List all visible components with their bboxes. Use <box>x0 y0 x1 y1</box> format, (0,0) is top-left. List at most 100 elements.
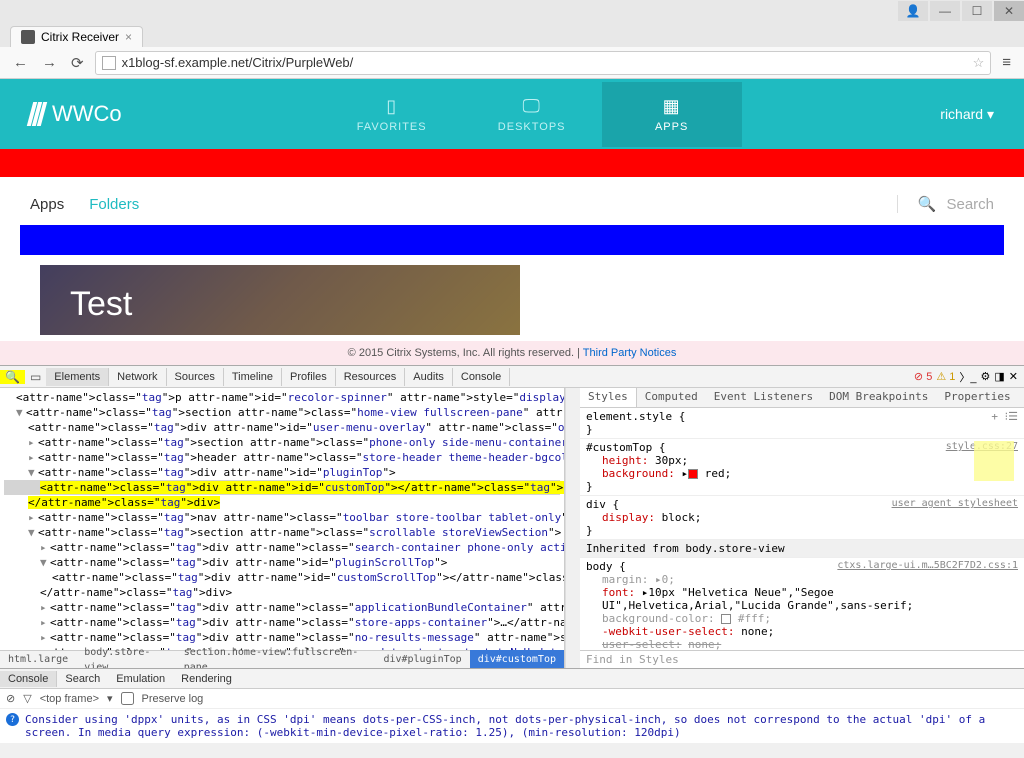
dom-node-selected[interactable]: <attr-name">class="tag">div attr-name">i… <box>4 480 560 495</box>
app-tile-test[interactable]: Test <box>40 265 520 335</box>
styles-tab-properties[interactable]: Properties <box>936 388 1018 407</box>
new-rule-icon[interactable]: + ⁝☰ <box>991 410 1018 423</box>
styles-tabs: Styles Computed Event Listeners DOM Brea… <box>580 388 1024 408</box>
dom-node[interactable]: ▸<attr-name">class="tag">section attr-na… <box>4 435 560 450</box>
crumb[interactable]: section.home-view.fullscreen-pane <box>176 643 376 669</box>
settings-gear-icon[interactable]: ⚙ <box>981 370 991 383</box>
user-menu[interactable]: richard ▾ <box>940 106 1024 123</box>
inspect-icon[interactable]: 🔍 <box>0 370 25 384</box>
filter-icon[interactable]: ▽ <box>23 692 31 705</box>
panel-console[interactable]: Console <box>453 368 510 386</box>
page-icon <box>102 56 116 70</box>
browser-tab[interactable]: Citrix Receiver × <box>10 26 143 47</box>
menu-icon[interactable]: ≡ <box>999 54 1014 71</box>
panel-sources[interactable]: Sources <box>167 368 224 386</box>
dom-node[interactable]: ▸<attr-name">class="tag">div attr-name">… <box>4 600 560 615</box>
forward-icon[interactable]: → <box>39 54 60 71</box>
nav-favorites[interactable]: ▯FAVORITES <box>322 82 462 147</box>
window-titlebar: 👤 — ☐ ✕ <box>0 0 1024 22</box>
maximize-button[interactable]: ☐ <box>962 1 992 21</box>
back-icon[interactable]: ← <box>10 54 31 71</box>
dom-node[interactable]: </attr-name">class="tag">div> <box>4 495 560 510</box>
dom-node[interactable]: <attr-name">class="tag">p attr-name">id=… <box>4 390 560 405</box>
panel-elements[interactable]: Elements <box>46 368 109 386</box>
user-icon[interactable]: 👤 <box>898 1 928 21</box>
drawer-tab-emulation[interactable]: Emulation <box>108 671 173 687</box>
color-swatch[interactable] <box>688 469 698 479</box>
panel-profiles[interactable]: Profiles <box>282 368 336 386</box>
search-placeholder: Search <box>946 196 994 213</box>
styles-tab-listeners[interactable]: Event Listeners <box>706 388 821 407</box>
dom-node[interactable]: ▸<attr-name">class="tag">div attr-name">… <box>4 540 560 555</box>
device-mode-icon[interactable]: ▭ <box>25 370 46 384</box>
monitor-icon: 🖵 <box>462 96 602 117</box>
clear-console-icon[interactable]: ⊘ <box>6 692 15 705</box>
crumb[interactable]: body.store-view <box>76 643 176 669</box>
styles-tab-computed[interactable]: Computed <box>637 388 706 407</box>
panel-resources[interactable]: Resources <box>336 368 406 386</box>
warning-count[interactable]: ⚠ 1 <box>936 370 955 383</box>
drawer-tab-search[interactable]: Search <box>57 671 108 687</box>
styles-tab-styles[interactable]: Styles <box>580 388 637 407</box>
crumb[interactable]: div#pluginTop <box>375 650 469 668</box>
color-swatch[interactable] <box>721 614 731 624</box>
style-rule-element[interactable]: + ⁝☰ element.style {} <box>580 408 1024 439</box>
logo-icon <box>30 102 44 126</box>
style-rule-customtop[interactable]: style.css:27 #customTop { height: 30px; … <box>580 439 1024 496</box>
dom-node[interactable]: ▸<attr-name">class="tag">header attr-nam… <box>4 450 560 465</box>
devtools-close-icon[interactable]: ✕ <box>1009 370 1018 383</box>
dom-node[interactable]: ▸<attr-name">class="tag">div attr-name">… <box>4 615 560 630</box>
dom-node[interactable]: ▼<attr-name">class="tag">div attr-name">… <box>4 465 560 480</box>
crumb[interactable]: html.large <box>0 650 76 668</box>
info-icon: ? <box>6 713 19 726</box>
nav-desktops[interactable]: 🖵DESKTOPS <box>462 82 602 147</box>
crumb-active[interactable]: div#customTop <box>470 650 564 668</box>
dom-node[interactable]: <attr-name">class="tag">div attr-name">i… <box>4 570 560 585</box>
dom-node[interactable]: ▼<attr-name">class="tag">div attr-name">… <box>4 555 560 570</box>
scrollbar[interactable] <box>565 388 580 668</box>
apps-tab[interactable]: Apps <box>30 196 64 213</box>
dom-node[interactable]: ▼<attr-name">class="tag">section attr-na… <box>4 525 560 540</box>
dom-node[interactable]: <attr-name">class="tag">div attr-name">i… <box>4 420 560 435</box>
nav-apps[interactable]: ▦APPS <box>602 82 742 147</box>
minimize-button[interactable]: — <box>930 1 960 21</box>
reload-icon[interactable]: ⟳ <box>68 54 87 72</box>
devtools-status: ⊘ 5 ⚠ 1 〉_ ⚙ ◨ ✕ <box>914 369 1024 385</box>
drawer-tab-rendering[interactable]: Rendering <box>173 671 240 687</box>
dom-node[interactable]: ▸<attr-name">class="tag">nav attr-name">… <box>4 510 560 525</box>
tab-favicon <box>21 30 35 44</box>
panel-audits[interactable]: Audits <box>405 368 453 386</box>
error-count[interactable]: ⊘ 5 <box>914 370 932 383</box>
frame-selector[interactable]: <top frame> <box>40 693 99 705</box>
dock-icon[interactable]: ◨ <box>994 370 1004 383</box>
drawer-tab-console[interactable]: Console <box>0 671 57 687</box>
panel-network[interactable]: Network <box>109 368 166 386</box>
style-rule-div[interactable]: user agent stylesheet div { display: blo… <box>580 496 1024 540</box>
apps-grid-icon: ▦ <box>602 96 742 117</box>
console-tabs: Console Search Emulation Rendering <box>0 669 1024 689</box>
preserve-log-checkbox[interactable] <box>121 692 134 705</box>
panel-timeline[interactable]: Timeline <box>224 368 282 386</box>
third-party-link[interactable]: Third Party Notices <box>583 347 677 359</box>
styles-tab-dom-bp[interactable]: DOM Breakpoints <box>821 388 936 407</box>
dom-node[interactable]: ▼<attr-name">class="tag">section attr-na… <box>4 405 560 420</box>
custom-scroll-top-bar <box>20 225 1004 255</box>
url-bar[interactable]: x1blog-sf.example.net/Citrix/PurpleWeb/ … <box>95 51 992 75</box>
bookmark-star-icon[interactable]: ☆ <box>973 55 985 71</box>
custom-top-bar <box>0 149 1024 177</box>
search-icon: 🔍 <box>918 195 937 213</box>
bookmark-icon: ▯ <box>322 96 462 117</box>
devtools: 🔍 ▭ Elements Network Sources Timeline Pr… <box>0 365 1024 743</box>
style-rule-body[interactable]: ctxs.large-ui.m…5BC2F7D2.css:1 body { ma… <box>580 558 1024 654</box>
tab-close-icon[interactable]: × <box>125 30 132 44</box>
find-in-styles[interactable]: Find in Styles <box>580 650 1024 668</box>
folders-tab[interactable]: Folders <box>89 196 139 213</box>
search-box[interactable]: 🔍 Search <box>897 195 994 213</box>
drawer-icon[interactable]: 〉_ <box>959 369 976 385</box>
elements-breadcrumbs: html.large body.store-view section.home-… <box>0 650 564 668</box>
elements-panel[interactable]: <attr-name">class="tag">p attr-name">id=… <box>0 388 565 668</box>
dom-node[interactable]: </attr-name">class="tag">div> <box>4 585 560 600</box>
console-message[interactable]: ? Consider using 'dppx' units, as in CSS… <box>0 709 1024 743</box>
console-filter-bar: ⊘ ▽ <top frame> ▾ Preserve log <box>0 689 1024 709</box>
close-button[interactable]: ✕ <box>994 1 1024 21</box>
